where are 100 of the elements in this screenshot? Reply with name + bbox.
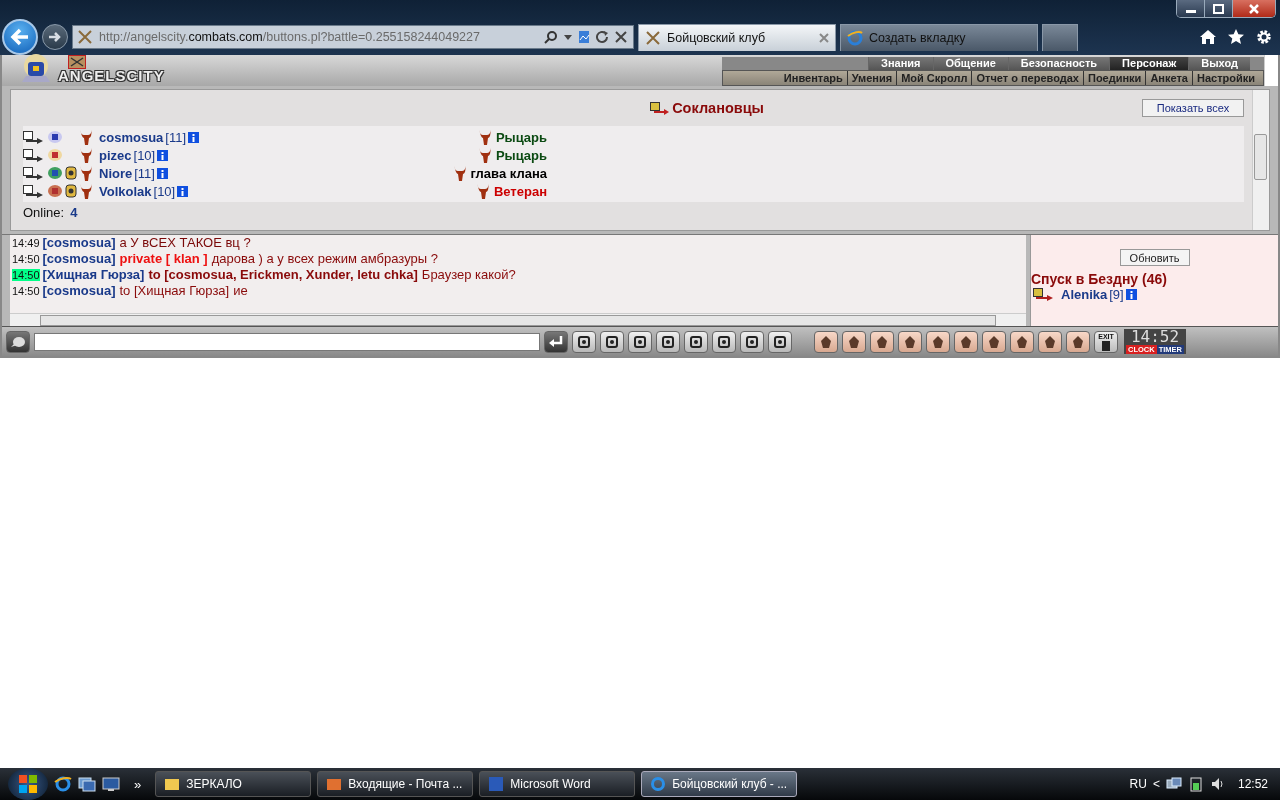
swords-icon xyxy=(645,30,661,46)
submenu-link[interactable]: Умения xyxy=(846,71,897,85)
info-icon[interactable] xyxy=(157,149,169,161)
menu-tab[interactable]: Знания xyxy=(868,57,933,70)
private-message-icon[interactable] xyxy=(23,130,45,144)
submenu-link[interactable]: Поединки xyxy=(1082,71,1146,85)
minimize-button[interactable] xyxy=(1177,0,1205,17)
speech-button[interactable] xyxy=(6,330,30,353)
desktop-icon[interactable] xyxy=(102,775,120,793)
battery-icon[interactable] xyxy=(1187,776,1204,792)
stop-icon[interactable] xyxy=(615,31,627,43)
private-message-icon[interactable] xyxy=(23,148,45,162)
room-title: Спуск в Бездну (46) xyxy=(1031,271,1167,288)
maximize-icon xyxy=(1212,3,1225,14)
menu-tab[interactable]: Персонаж xyxy=(1109,57,1189,70)
private-message-icon[interactable] xyxy=(1033,288,1055,302)
speech-bubble-icon xyxy=(10,334,26,349)
home-icon[interactable] xyxy=(1200,29,1216,45)
refresh-button[interactable]: Обновить xyxy=(1119,249,1190,267)
member-name[interactable]: Alenika xyxy=(1061,287,1108,303)
submenu-link[interactable]: Инвентарь xyxy=(779,71,847,85)
volume-icon[interactable] xyxy=(1209,776,1226,792)
taskbar-button[interactable]: ЗЕРКАЛО xyxy=(155,771,312,797)
enter-icon xyxy=(548,334,564,349)
member-name[interactable]: Volkolak xyxy=(99,183,152,199)
clan-emblem-icon xyxy=(47,184,63,198)
clan-emblem-icon xyxy=(47,166,63,180)
chat-message: 14:50 [cosmosua] private [ klan ] дарова ) а у всех режим амбразуры ? xyxy=(12,251,439,268)
clan-arrow-icon xyxy=(650,101,671,115)
maximize-button[interactable] xyxy=(1205,0,1233,17)
more-button[interactable]: » xyxy=(134,776,142,792)
document-icon xyxy=(488,776,505,792)
taskbar-clock[interactable]: 12:52 xyxy=(1237,777,1268,791)
address-bar[interactable]: http://angelscity.combats.com/buttons.pl?battle=0.255158244049227 xyxy=(72,25,634,49)
start-button[interactable] xyxy=(8,768,48,800)
member-name[interactable]: pizec xyxy=(99,147,132,163)
clan-emblem-icon xyxy=(47,130,63,144)
member-level: [11] xyxy=(134,165,155,181)
settings-icon[interactable] xyxy=(1256,29,1272,45)
private-message-icon[interactable] xyxy=(23,184,45,198)
taskbar-button[interactable]: Бойцовский клуб - ... xyxy=(641,771,798,797)
dropdown-icon[interactable] xyxy=(564,34,572,40)
browser-icon[interactable] xyxy=(54,775,72,793)
submenu-link[interactable]: Анкета xyxy=(1145,71,1192,85)
chat-message: 14:50 [Хищная Гюрза] to [cosmosua, Erickmen, Xunder, letu chka] Браузер какой? xyxy=(12,267,517,284)
menu-tab[interactable]: Общение xyxy=(932,57,1008,70)
member-level: [11] xyxy=(165,129,187,145)
scrollbar[interactable] xyxy=(1252,90,1269,231)
member-name[interactable]: Niore xyxy=(99,165,133,181)
close-button[interactable] xyxy=(1233,0,1275,17)
tray-expand-button[interactable]: < xyxy=(1152,777,1160,791)
search-icon[interactable] xyxy=(544,30,558,44)
browser-icon xyxy=(847,30,863,46)
clan-title: Соклановцы xyxy=(672,100,764,116)
member-rank: глава клана xyxy=(470,165,547,181)
browser-icon xyxy=(650,776,667,792)
show-all-button[interactable]: Показать всех xyxy=(1142,99,1244,117)
member-level: [10] xyxy=(133,147,156,163)
windows-switch-icon[interactable] xyxy=(78,775,96,793)
folder-icon xyxy=(164,776,181,792)
clan-emblem-icon xyxy=(47,148,63,162)
scrollbar[interactable] xyxy=(10,313,1026,327)
swords-icon xyxy=(77,29,93,45)
back-arrow-icon xyxy=(10,28,30,46)
star-icon[interactable] xyxy=(1228,29,1244,45)
submenu-link[interactable]: Мой Скролл xyxy=(896,71,972,85)
browser-tab[interactable]: Создать вкладку xyxy=(840,24,1038,51)
clock-display: 14:52 xyxy=(1130,329,1180,346)
private-message-icon[interactable] xyxy=(23,166,45,180)
close-icon[interactable] xyxy=(819,33,829,43)
forward-button[interactable] xyxy=(42,24,68,50)
submenu-link[interactable]: Отчет о переводах xyxy=(971,71,1083,85)
menu-tab[interactable]: Безопасность xyxy=(1007,57,1110,70)
info-icon[interactable] xyxy=(156,167,168,179)
online-count: 4 xyxy=(70,205,78,220)
refresh-icon[interactable] xyxy=(596,30,609,44)
close-icon xyxy=(1248,3,1260,14)
member-name[interactable]: cosmosua xyxy=(99,129,164,145)
language-indicator[interactable]: RU xyxy=(1129,777,1147,791)
taskbar-button[interactable]: Входящие - Почта ... xyxy=(317,771,474,797)
info-icon[interactable] xyxy=(1125,289,1137,301)
logo-text: ANGELSCITY xyxy=(58,67,165,84)
taskbar-button[interactable]: Microsoft Word xyxy=(479,771,636,797)
page-scrollbar[interactable] xyxy=(1264,55,1278,86)
member-rank: Ветеран xyxy=(493,183,547,199)
chat-message: 14:49 [cosmosua] а У вСЕХ ТАКОЕ вц ? xyxy=(12,235,252,252)
info-icon[interactable] xyxy=(177,185,189,197)
back-button[interactable] xyxy=(2,19,38,55)
battle-icon[interactable] xyxy=(68,55,86,69)
browser-tab[interactable]: Бойцовский клуб xyxy=(638,24,836,51)
chat-input[interactable] xyxy=(34,332,540,351)
enter-button[interactable] xyxy=(544,330,568,353)
member-level: [10] xyxy=(153,183,176,199)
network-icon[interactable] xyxy=(1165,776,1182,792)
chat-message: 14:50 [cosmosua] to [Хищная Гюрза] ие xyxy=(12,283,249,300)
compatibility-icon[interactable] xyxy=(578,30,590,44)
info-icon[interactable] xyxy=(188,131,200,143)
menu-tab[interactable]: Выход xyxy=(1188,57,1250,70)
submenu-link[interactable]: Настройки xyxy=(1191,71,1259,85)
online-label: Online: xyxy=(23,205,65,220)
